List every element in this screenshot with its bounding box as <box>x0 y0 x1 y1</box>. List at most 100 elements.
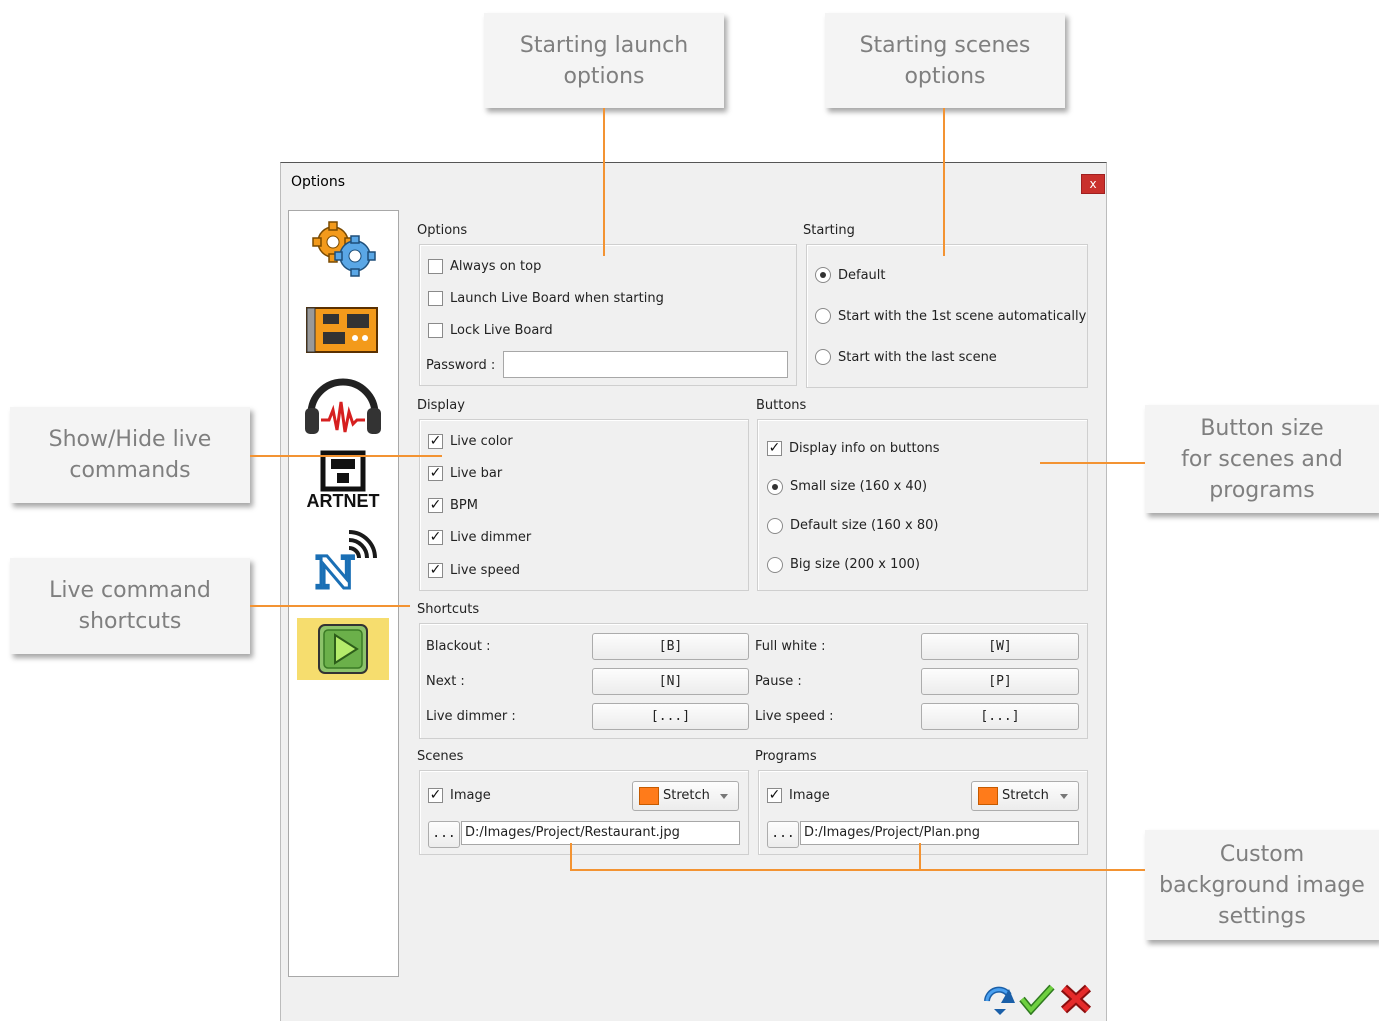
reset-arrow-icon[interactable] <box>981 983 1017 1015</box>
default-size-radio[interactable] <box>767 518 783 534</box>
sidebar-item-network[interactable]: N <box>297 529 389 592</box>
scenes-image-label: Image <box>450 788 491 803</box>
password-input[interactable] <box>503 351 788 378</box>
scenes-section-title: Scenes <box>417 749 464 764</box>
live-speed-label: Live speed <box>450 563 520 578</box>
pause-shortcut-button[interactable]: [P] <box>921 668 1079 695</box>
scenes-image-checkbox[interactable]: ✓ <box>428 788 443 803</box>
next-shortcut-button[interactable]: [N] <box>592 668 749 695</box>
default-size-label: Default size (160 x 80) <box>790 518 939 533</box>
display-info-checkbox[interactable]: ✓ <box>767 441 782 456</box>
always-on-top-label: Always on top <box>450 259 542 274</box>
always-on-top-checkbox[interactable] <box>428 259 443 274</box>
sidebar-item-audio[interactable] <box>297 375 389 437</box>
display-section-title: Display <box>417 398 465 413</box>
check-icon[interactable] <box>1019 983 1055 1015</box>
options-section-title: Options <box>417 223 468 238</box>
sidebar-item-interface[interactable] <box>297 297 389 359</box>
bpm-label: BPM <box>450 498 478 513</box>
programs-color-swatch <box>978 787 998 805</box>
sidebar: ARTNET N <box>288 210 399 977</box>
live-bar-label: Live bar <box>450 466 503 481</box>
live-dimmer-shortcut-label: Live dimmer : <box>426 709 516 724</box>
starting-default-label: Default <box>838 268 886 283</box>
pause-label: Pause : <box>755 674 802 689</box>
lock-live-board-label: Lock Live Board <box>450 323 553 338</box>
blackout-label: Blackout : <box>426 639 491 654</box>
programs-mode-value: Stretch <box>1002 788 1049 803</box>
live-dimmer-shortcut-button[interactable]: [...] <box>592 703 749 730</box>
big-size-label: Big size (200 x 100) <box>790 557 920 572</box>
programs-image-label: Image <box>789 788 830 803</box>
programs-path-input[interactable]: D:/Images/Project/Plan.png <box>800 821 1079 845</box>
full-white-shortcut-button[interactable]: [W] <box>921 633 1079 660</box>
svg-text:ARTNET: ARTNET <box>307 491 380 511</box>
blackout-shortcut-button[interactable]: [B] <box>592 633 749 660</box>
programs-section-title: Programs <box>755 749 817 764</box>
window-title: Options <box>291 174 346 190</box>
next-label: Next : <box>426 674 465 689</box>
live-color-checkbox[interactable]: ✓ <box>428 434 443 449</box>
dmx-interface-icon <box>306 307 378 353</box>
connector-line-scenes <box>943 108 945 256</box>
launch-live-board-checkbox[interactable] <box>428 291 443 306</box>
starting-first-scene-radio[interactable] <box>815 308 831 324</box>
connector-line-launch <box>603 108 605 256</box>
network-wireless-icon: N <box>314 530 377 592</box>
programs-browse-button[interactable]: ... <box>767 821 799 848</box>
connector-line-bg-right-stem <box>919 843 921 871</box>
launch-live-board-label: Launch Live Board when starting <box>450 291 664 306</box>
starting-first-scene-label: Start with the 1st scene automatically <box>838 309 1087 324</box>
callout-button-size: Button size for scenes and programs <box>1145 405 1379 513</box>
callout-live-shortcuts: Live command shortcuts <box>10 558 250 654</box>
scenes-mode-value: Stretch <box>663 788 710 803</box>
shortcuts-section-title: Shortcuts <box>417 602 480 617</box>
callout-show-hide: Show/Hide live commands <box>10 407 250 503</box>
password-label: Password : <box>426 358 496 373</box>
headphones-audio-icon <box>305 378 381 434</box>
scenes-browse-button[interactable]: ... <box>428 821 460 848</box>
close-button[interactable]: x <box>1081 174 1105 194</box>
starting-last-scene-radio[interactable] <box>815 349 831 365</box>
chevron-down-icon <box>1060 794 1068 799</box>
display-info-label: Display info on buttons <box>789 441 940 456</box>
scenes-mode-select[interactable]: Stretch <box>632 781 739 811</box>
connector-line-bg-left-stem <box>570 843 572 871</box>
scenes-path-input[interactable]: D:/Images/Project/Restaurant.jpg <box>461 821 740 845</box>
programs-image-checkbox[interactable]: ✓ <box>767 788 782 803</box>
small-size-radio[interactable] <box>767 479 783 495</box>
live-play-icon <box>318 624 368 674</box>
callout-background-image: Custom background image settings <box>1145 830 1379 940</box>
sidebar-item-live[interactable] <box>297 618 389 680</box>
live-color-label: Live color <box>450 434 513 449</box>
live-dimmer-label: Live dimmer <box>450 530 532 545</box>
small-size-label: Small size (160 x 40) <box>790 479 928 494</box>
connector-line-shortcuts <box>250 605 410 607</box>
buttons-section-title: Buttons <box>756 398 807 413</box>
starting-default-radio[interactable] <box>815 267 831 283</box>
options-dialog: Options x ARTNET N Options Always on top… <box>280 162 1107 1021</box>
connector-line-bg-horizontal <box>570 869 1145 871</box>
gears-icon <box>312 221 376 277</box>
big-size-radio[interactable] <box>767 557 783 573</box>
starting-section-title: Starting <box>803 223 855 238</box>
full-white-label: Full white : <box>755 639 826 654</box>
svg-text:N: N <box>315 548 355 592</box>
chevron-down-icon <box>720 794 728 799</box>
live-dimmer-checkbox[interactable]: ✓ <box>428 530 443 545</box>
sidebar-item-artnet[interactable]: ARTNET <box>297 449 389 511</box>
live-bar-checkbox[interactable]: ✓ <box>428 466 443 481</box>
connector-line-button-size <box>1040 462 1145 464</box>
live-speed-checkbox[interactable]: ✓ <box>428 563 443 578</box>
sidebar-item-general[interactable] <box>297 217 389 279</box>
live-speed-shortcut-button[interactable]: [...] <box>921 703 1079 730</box>
scenes-color-swatch <box>639 787 659 805</box>
lock-live-board-checkbox[interactable] <box>428 323 443 338</box>
live-speed-shortcut-label: Live speed : <box>755 709 834 724</box>
callout-starting-launch: Starting launch options <box>484 13 724 108</box>
connector-line-show-hide <box>250 455 442 457</box>
artnet-icon: ARTNET <box>307 450 380 511</box>
cancel-x-icon[interactable] <box>1059 983 1093 1015</box>
programs-mode-select[interactable]: Stretch <box>971 781 1079 811</box>
bpm-checkbox[interactable]: ✓ <box>428 498 443 513</box>
